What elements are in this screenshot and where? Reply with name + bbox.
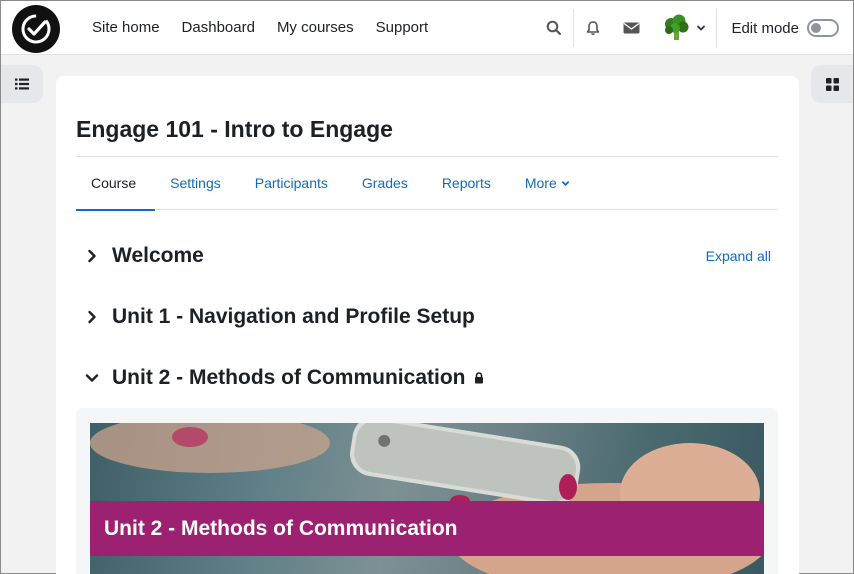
edit-mode-toggle[interactable] <box>807 19 839 37</box>
section-welcome[interactable]: Welcome <box>84 241 204 271</box>
course-tabs: Course Settings Participants Grades Repo… <box>76 157 778 211</box>
search-icon <box>547 20 562 36</box>
tab-participants[interactable]: Participants <box>240 157 347 210</box>
tab-settings[interactable]: Settings <box>155 157 240 210</box>
tab-reports[interactable]: Reports <box>427 157 510 210</box>
course-index-toggle[interactable] <box>1 65 43 103</box>
chevron-right-icon <box>84 309 100 325</box>
site-logo[interactable] <box>12 5 60 53</box>
banner-caption-text: Unit 2 - Methods of Communication <box>104 516 458 540</box>
avatar <box>665 14 689 40</box>
primary-navigation: Site home Dashboard My courses Support <box>81 1 439 55</box>
tab-grades[interactable]: Grades <box>347 157 427 210</box>
banner-caption: Unit 2 - Methods of Communication <box>90 501 764 556</box>
edit-mode-label: Edit mode <box>731 19 799 37</box>
user-menu[interactable] <box>650 1 716 55</box>
tab-more[interactable]: More <box>510 157 589 210</box>
tab-course[interactable]: Course <box>76 157 156 211</box>
section-title: Welcome <box>112 244 204 267</box>
section-unit-2[interactable]: Unit 2 - Methods of Communication <box>84 363 484 393</box>
chevron-down-icon <box>84 370 100 386</box>
lock-icon <box>474 372 484 384</box>
chevron-down-icon <box>697 25 706 31</box>
envelope-icon <box>623 22 640 34</box>
check-circle-icon <box>21 14 51 44</box>
nav-support[interactable]: Support <box>365 1 440 55</box>
notifications-button[interactable] <box>574 1 612 55</box>
top-navbar: Site home Dashboard My courses Support E… <box>1 1 853 55</box>
section-title: Unit 2 - Methods of Communication <box>112 366 466 389</box>
messages-button[interactable] <box>612 1 650 55</box>
unit-2-content: Unit 2 - Methods of Communication <box>76 408 778 574</box>
block-drawer-toggle[interactable] <box>811 65 853 103</box>
section-unit-1[interactable]: Unit 1 - Navigation and Profile Setup <box>84 302 475 332</box>
navbar-actions: Edit mode <box>535 1 853 55</box>
nav-dashboard[interactable]: Dashboard <box>171 1 266 55</box>
chevron-down-icon <box>561 181 569 186</box>
grid-icon <box>825 77 839 91</box>
search-button[interactable] <box>535 1 573 55</box>
expand-all-link[interactable]: Expand all <box>706 248 771 264</box>
edit-mode-control: Edit mode <box>717 1 853 55</box>
list-icon <box>15 78 29 90</box>
chevron-right-icon <box>84 248 100 264</box>
section-title: Unit 1 - Navigation and Profile Setup <box>112 305 475 328</box>
course-content-card: Engage 101 - Intro to Engage Course Sett… <box>56 76 799 574</box>
unit-banner-image: Unit 2 - Methods of Communication <box>90 423 764 574</box>
bell-icon <box>587 21 600 35</box>
nav-my-courses[interactable]: My courses <box>266 1 365 55</box>
nav-site-home[interactable]: Site home <box>81 1 171 55</box>
tab-more-label: More <box>524 175 557 191</box>
page-title: Engage 101 - Intro to Engage <box>76 116 393 142</box>
